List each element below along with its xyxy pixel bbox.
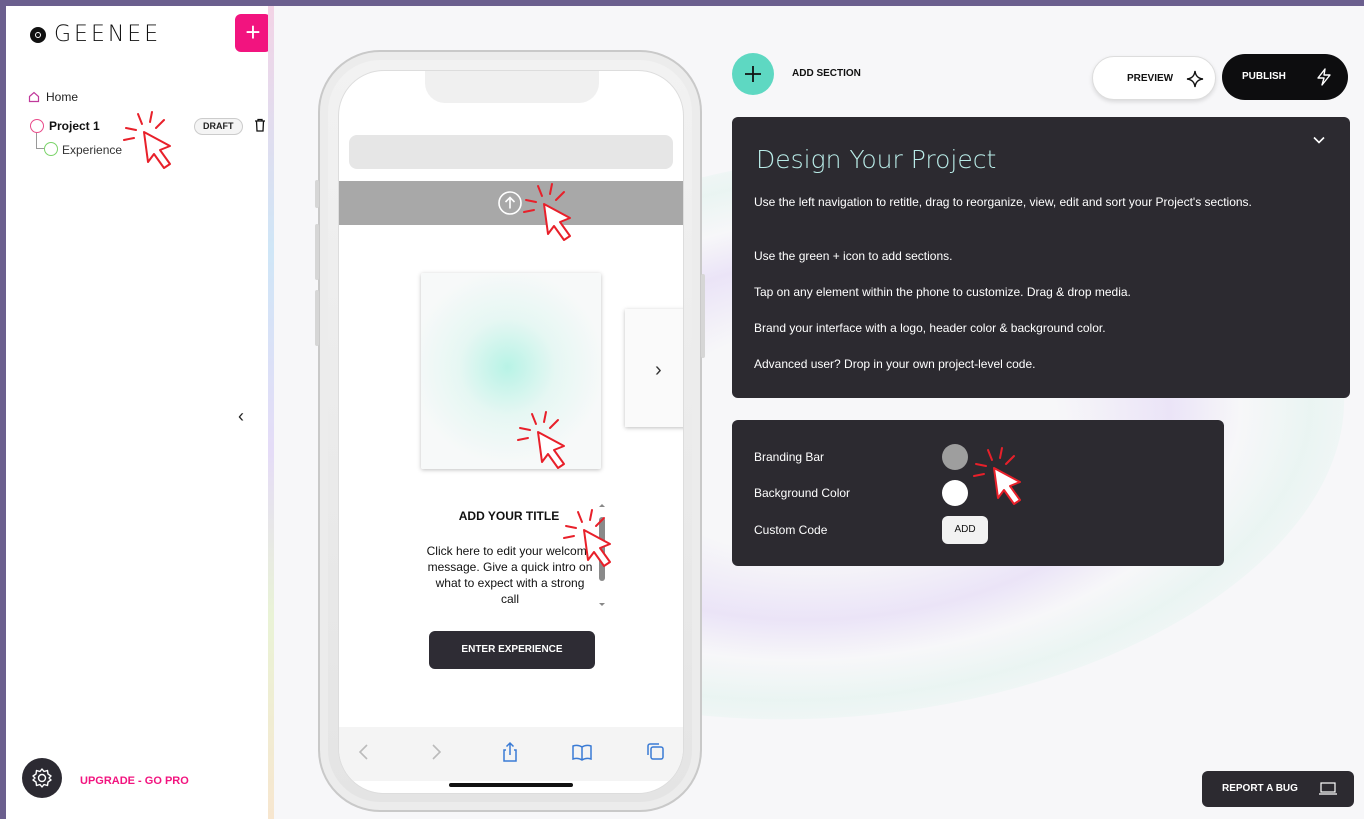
publish-label: PUBLISH — [1242, 71, 1286, 82]
phone-side-button — [701, 274, 705, 358]
click-cursor-icon — [563, 509, 611, 567]
sidebar-item-label: Home — [46, 90, 79, 104]
forward-icon — [432, 744, 442, 760]
report-bug-button[interactable]: REPORT A BUG — [1202, 771, 1354, 807]
phone-side-button — [315, 224, 319, 280]
info-line: Use the left navigation to retitle, drag… — [754, 195, 1252, 209]
info-line: Brand your interface with a logo, header… — [754, 321, 1106, 335]
collapse-sidebar-icon[interactable]: ‹ — [238, 406, 244, 427]
background-color-label: Background Color — [754, 486, 851, 500]
laptop-icon — [1319, 782, 1337, 795]
lightning-icon — [1317, 68, 1331, 86]
upgrade-link[interactable]: UPGRADE - GO PRO — [80, 775, 189, 787]
preview-button[interactable]: PREVIEW — [1092, 56, 1216, 100]
info-title: Design Your Project — [756, 145, 997, 174]
plus-icon — [745, 66, 761, 82]
browser-toolbar — [339, 727, 683, 781]
custom-code-label: Custom Code — [754, 523, 828, 537]
share-icon — [503, 741, 517, 762]
draft-badge: DRAFT — [194, 118, 243, 135]
add-project-button[interactable]: + — [235, 14, 271, 52]
branding-bar-label: Branding Bar — [754, 450, 825, 464]
info-line: Tap on any element within the phone to c… — [754, 285, 1131, 299]
design-info-card: Design Your Project Use the left navigat… — [732, 117, 1350, 398]
preview-label: PREVIEW — [1127, 73, 1174, 84]
sparkle-icon — [1186, 70, 1204, 88]
phone-screen: › ADD YOUR TITLE Click here to edit your… — [338, 70, 684, 794]
next-media-card[interactable]: › — [625, 309, 683, 427]
app-frame: GEENEE + Home Project 1 DRAFT Experience… — [6, 6, 1364, 819]
bookmarks-icon — [572, 744, 592, 761]
click-cursor-icon — [517, 411, 565, 469]
chevron-right-icon[interactable]: › — [655, 359, 662, 382]
trash-icon[interactable] — [254, 118, 266, 132]
logo: GEENEE — [30, 22, 161, 47]
project-status-icon — [30, 119, 44, 133]
settings-button[interactable] — [22, 758, 62, 798]
project-label: Project 1 — [49, 119, 100, 133]
add-section-label[interactable]: ADD SECTION — [792, 68, 861, 79]
sidebar-divider — [268, 6, 274, 819]
phone-side-button — [315, 180, 319, 208]
scroll-down-icon[interactable] — [597, 601, 607, 609]
home-indicator — [449, 783, 573, 787]
sidebar-item-home[interactable]: Home — [28, 90, 78, 104]
background-color-swatch[interactable] — [942, 480, 968, 506]
click-cursor-icon — [523, 183, 571, 241]
info-line: Use the green + icon to add sections. — [754, 249, 953, 263]
info-line: Advanced user? Drop in your own project-… — [754, 357, 1036, 371]
phone-preview: › ADD YOUR TITLE Click here to edit your… — [315, 50, 705, 812]
experience-status-icon — [44, 142, 58, 156]
phone-side-button — [315, 290, 319, 346]
home-icon — [28, 91, 40, 103]
tabs-icon — [647, 743, 664, 760]
click-cursor-icon — [123, 111, 171, 169]
logo-icon — [30, 26, 46, 43]
click-cursor-icon — [973, 447, 1021, 505]
back-icon — [358, 744, 368, 760]
branding-color-swatch[interactable] — [942, 444, 968, 470]
report-bug-label: REPORT A BUG — [1222, 783, 1298, 794]
experience-label: Experience — [62, 143, 123, 157]
publish-button[interactable]: PUBLISH — [1222, 54, 1348, 100]
custom-code-add-button[interactable]: ADD — [942, 516, 988, 544]
chevron-down-icon[interactable] — [1312, 133, 1326, 147]
phone-notch — [425, 71, 599, 103]
add-section-button[interactable] — [732, 53, 774, 95]
branding-upload-bar[interactable] — [339, 181, 683, 225]
logo-text: GEENEE — [54, 22, 162, 47]
gear-icon — [32, 768, 52, 788]
enter-experience-button[interactable]: ENTER EXPERIENCE — [429, 631, 595, 669]
phone-header-bar[interactable] — [349, 135, 673, 169]
